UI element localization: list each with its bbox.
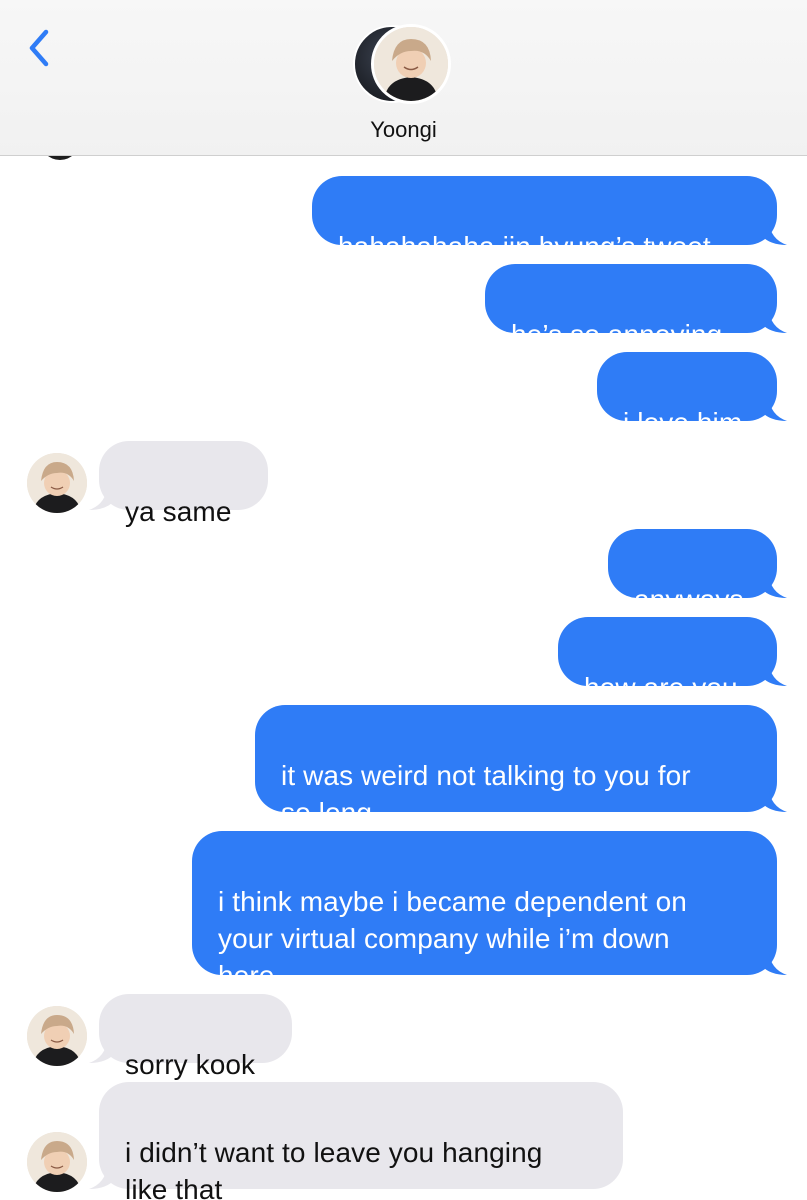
message-text: hahahahaha jin hyung’s tweet	[338, 231, 711, 262]
received-message-bubble[interactable]: ya same	[89, 441, 268, 527]
sent-message-bubble[interactable]: hahahahaha jin hyung’s tweet	[312, 176, 787, 262]
contact-avatar[interactable]	[27, 1006, 87, 1066]
message-text: i think maybe i became dependent on your…	[218, 886, 687, 991]
bubble-tail	[761, 788, 787, 812]
bubble-tail	[761, 309, 787, 333]
contact-photo	[374, 27, 448, 101]
bubble-tail	[89, 1165, 115, 1189]
bubble-tail	[761, 397, 787, 421]
message-text: how are you	[584, 672, 738, 703]
sent-message-bubble[interactable]: i think maybe i became dependent on your…	[192, 831, 787, 991]
bubble-tail	[761, 951, 787, 975]
message-text: ya same	[125, 496, 232, 527]
bubble-tail	[761, 662, 787, 686]
conversation-header: Yoongi	[0, 0, 807, 156]
chevron-left-icon	[29, 29, 49, 67]
message-text: i didn’t want to leave you hanging like …	[125, 1137, 543, 1200]
sent-message-bubble[interactable]: i love him	[597, 352, 787, 438]
received-message-bubble[interactable]: sorry kook	[89, 994, 292, 1080]
message-text: sorry kook	[125, 1049, 256, 1080]
contact-avatar[interactable]	[27, 453, 87, 513]
message-text: anyways	[634, 584, 744, 615]
bubble-tail	[761, 574, 787, 598]
bubble-tail	[89, 1039, 115, 1063]
received-message-bubble[interactable]: i didn’t want to leave you hanging like …	[89, 1082, 623, 1200]
bubble-tail	[761, 221, 787, 245]
contact-name[interactable]: Yoongi	[0, 117, 807, 143]
contact-avatar[interactable]	[27, 1132, 87, 1192]
sent-message-bubble[interactable]: anyways	[608, 529, 787, 615]
sent-message-bubble[interactable]: how are you	[558, 617, 787, 703]
contact-photo	[27, 1132, 87, 1192]
message-text: i love him	[623, 407, 743, 438]
message-text: it was weird not talking to you for so l…	[281, 760, 691, 828]
bubble-tail	[89, 486, 115, 510]
contact-avatar[interactable]	[371, 24, 451, 104]
messages-screen: Yoongi hahahahaha jin hyung’s tweet he’s…	[0, 0, 807, 1200]
back-button[interactable]	[22, 22, 62, 72]
contact-photo	[27, 453, 87, 513]
sent-message-bubble[interactable]: it was weird not talking to you for so l…	[255, 705, 787, 828]
sent-message-bubble[interactable]: he’s so annoying	[485, 264, 787, 350]
message-text: he’s so annoying	[511, 319, 723, 350]
contact-photo	[27, 1006, 87, 1066]
